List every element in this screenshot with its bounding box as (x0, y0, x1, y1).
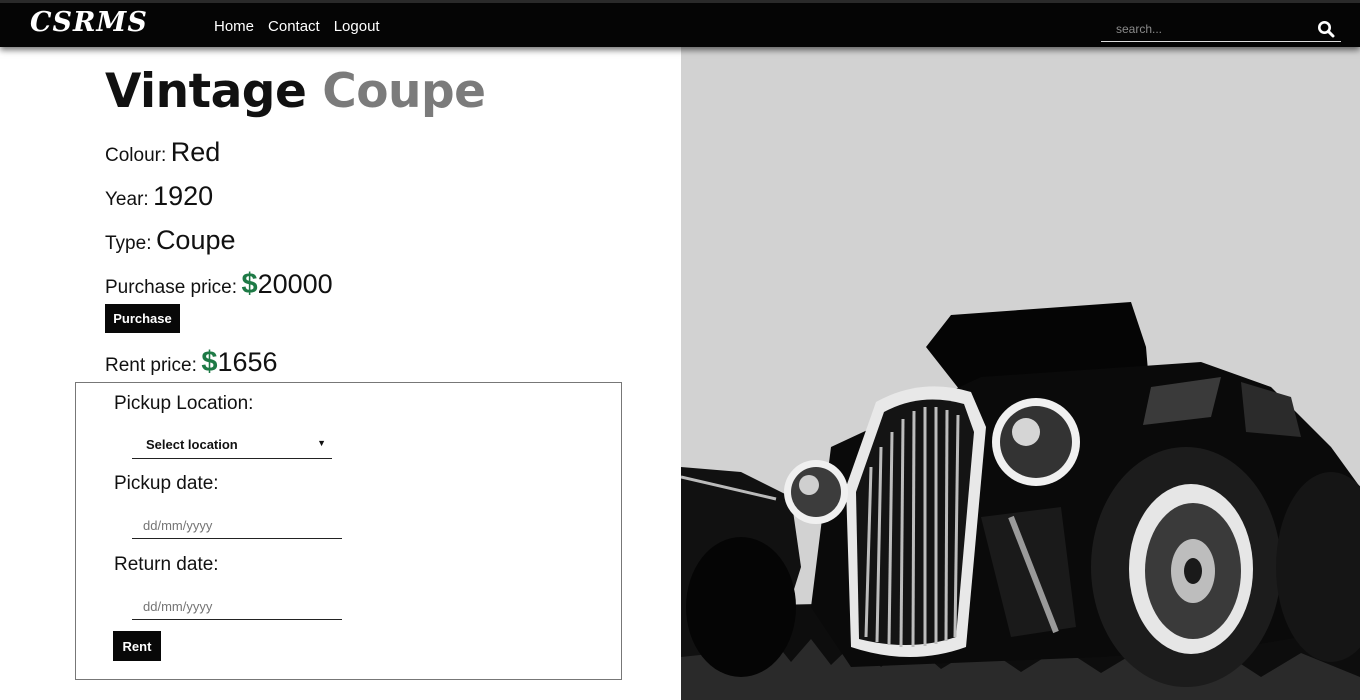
pickup-location-value: Select location (146, 437, 238, 452)
rent-button[interactable]: Rent (113, 631, 161, 661)
year-row: Year: 1920 (105, 181, 213, 212)
car-title: Vintage Coupe (105, 64, 486, 119)
pickup-date-label: Pickup date: (114, 473, 219, 494)
car-title-name: Vintage (105, 64, 307, 119)
car-title-type: Coupe (322, 64, 486, 119)
search-bar (1101, 18, 1341, 42)
rent-price-label: Rent price: (105, 355, 197, 376)
search-icon[interactable] (1317, 20, 1335, 38)
return-date-input[interactable] (132, 595, 332, 617)
pickup-date-input[interactable] (132, 514, 332, 536)
car-photo (681, 47, 1360, 700)
rent-price-value: 1656 (217, 347, 278, 377)
pickup-date-field (132, 511, 342, 539)
year-label: Year: (105, 189, 149, 210)
brand-logo[interactable]: CSRMS (30, 7, 148, 38)
caret-down-icon: ▼ (317, 438, 326, 448)
rent-form: Pickup Location: Select location ▼ Picku… (75, 382, 622, 680)
colour-label: Colour: (105, 145, 167, 166)
nav-home-link[interactable]: Home (214, 18, 254, 35)
pickup-location-label: Pickup Location: (114, 393, 254, 414)
dollar-sign: $ (241, 268, 258, 300)
rent-price-row: Rent price: $1656 (105, 346, 278, 379)
purchase-price-row: Purchase price: $20000 (105, 268, 333, 301)
nav-links: Home Contact Logout (214, 18, 380, 35)
car-details-panel: Vintage Coupe Colour: Red Year: 1920 Typ… (0, 47, 681, 700)
return-date-label: Return date: (114, 554, 219, 575)
pickup-location-select[interactable]: Select location ▼ (132, 431, 332, 459)
navbar: CSRMS Home Contact Logout (0, 0, 1360, 47)
year-value: 1920 (153, 181, 214, 211)
purchase-button[interactable]: Purchase (105, 304, 180, 333)
return-date-field (132, 592, 342, 620)
car-illustration (681, 302, 1360, 700)
colour-row: Colour: Red (105, 137, 220, 168)
type-row: Type: Coupe (105, 225, 236, 256)
purchase-price-label: Purchase price: (105, 277, 238, 298)
nav-contact-link[interactable]: Contact (268, 18, 320, 35)
type-label: Type: (105, 233, 152, 254)
search-input[interactable] (1101, 18, 1306, 40)
colour-value: Red (170, 137, 221, 167)
dollar-sign: $ (201, 346, 218, 378)
type-value: Coupe (155, 225, 236, 255)
purchase-price-value: 20000 (257, 269, 333, 299)
nav-logout-link[interactable]: Logout (334, 18, 380, 35)
